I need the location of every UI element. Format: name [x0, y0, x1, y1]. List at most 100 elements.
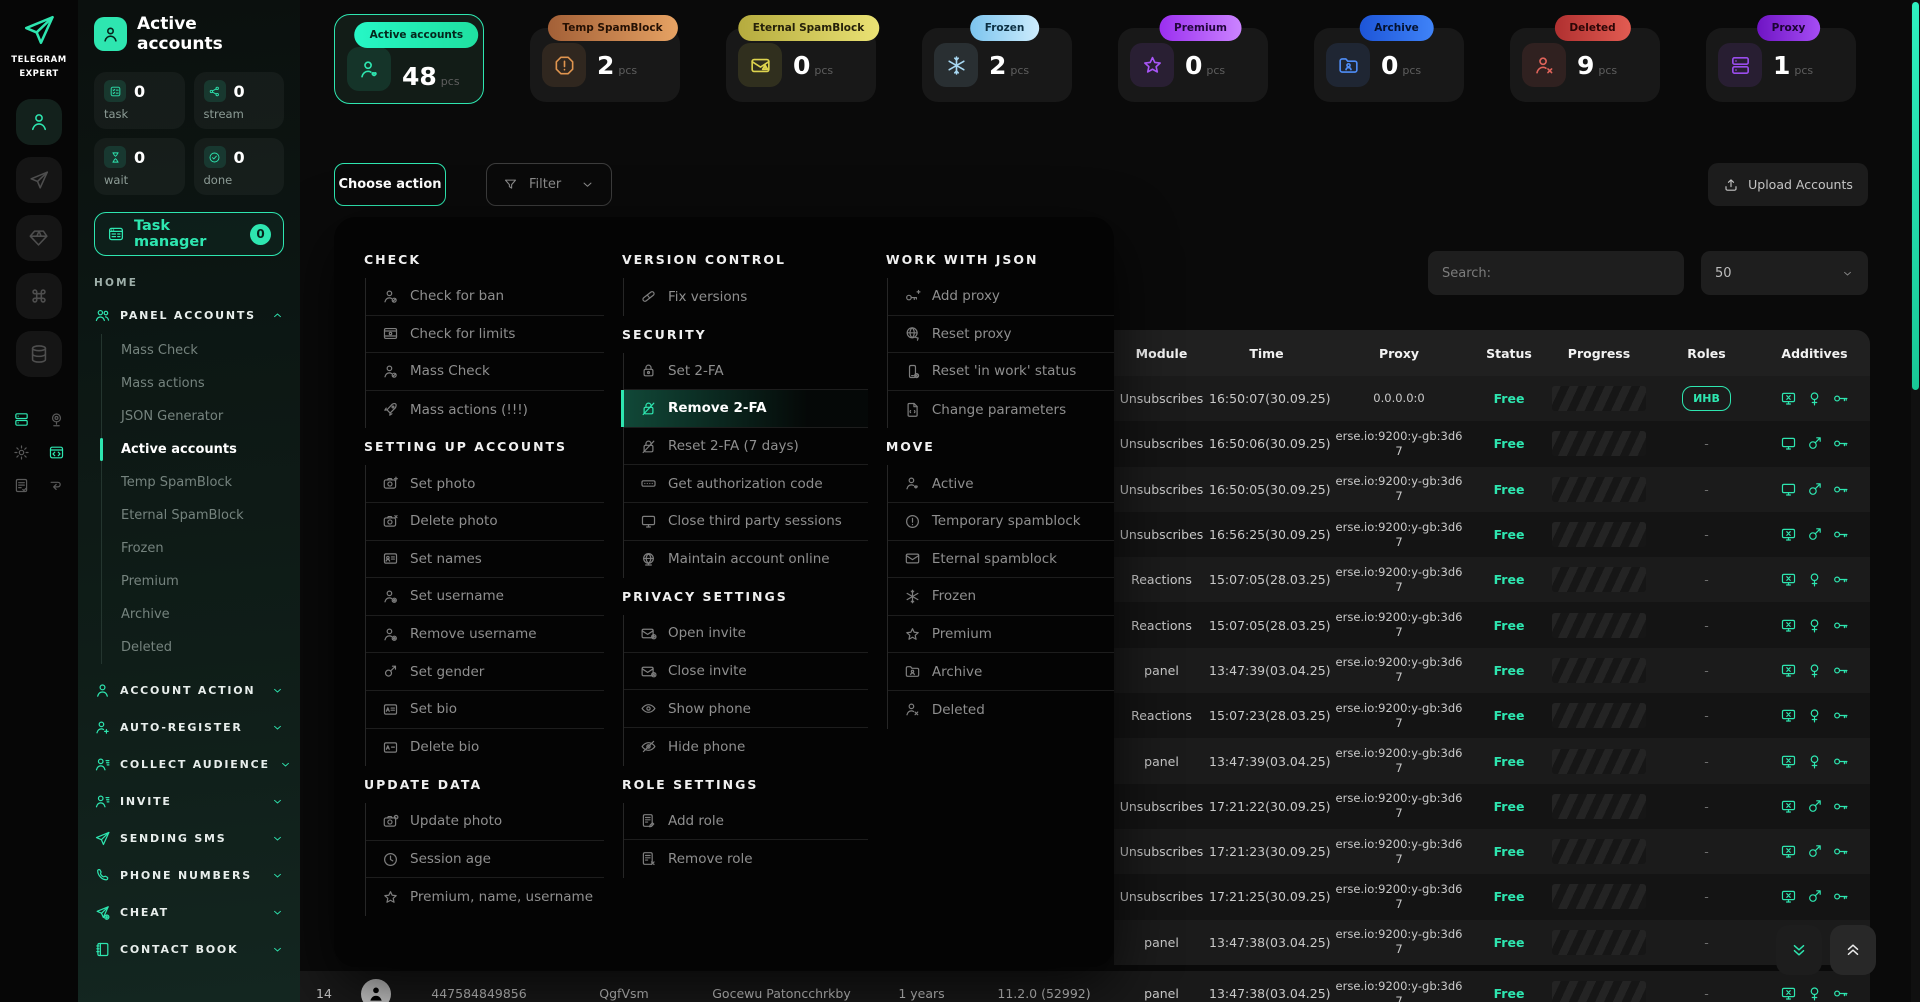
status-card-premium[interactable]: Premium0pcs — [1118, 28, 1268, 102]
rail-button-accounts[interactable] — [16, 99, 62, 145]
column-header-additives[interactable]: Additives — [1759, 346, 1870, 361]
sidebar-group-sending-sms[interactable]: SENDING SMS — [94, 827, 284, 849]
table-row[interactable]: panel13:47:38(03.04.25)erse.io:9200:y-gb… — [1114, 920, 1870, 965]
table-row[interactable]: panel13:47:39(03.04.25)erse.io:9200:y-gb… — [1114, 738, 1870, 783]
rail-mini-webcam[interactable] — [48, 411, 65, 428]
menu-item-maintain-account-online[interactable]: Maintain account online — [624, 541, 868, 579]
column-header-status[interactable]: Status — [1474, 346, 1544, 361]
table-row-full[interactable]: 14447584849856QgfVsmGocewu Patoncchrkby1… — [300, 971, 1870, 1002]
sidebar-group-phone-numbers[interactable]: PHONE NUMBERS — [94, 864, 284, 886]
menu-item-temporary-spamblock[interactable]: Temporary spamblock — [888, 503, 1114, 541]
status-card-active-accounts[interactable]: Active accounts48pcs — [334, 14, 484, 104]
menu-item-get-authorization-code[interactable]: Get authorization code — [624, 465, 868, 503]
menu-item-reset-in-work-status[interactable]: Reset 'in work' status — [888, 353, 1114, 391]
menu-item-premium-name-username[interactable]: Premium, name, username — [366, 878, 604, 916]
scrollbar-thumb[interactable] — [1912, 2, 1919, 390]
table-row[interactable]: Unsubscribes16:50:07(30.09.25)0.0.0.0:0F… — [1114, 376, 1870, 421]
menu-item-add-role[interactable]: Add role — [624, 803, 868, 841]
sidebar-item-active-accounts[interactable]: Active accounts — [102, 433, 284, 466]
sidebar-item-eternal-spamblock[interactable]: Eternal SpamBlock — [102, 499, 284, 532]
status-card-frozen[interactable]: Frozen2pcs — [922, 28, 1072, 102]
menu-item-set-names[interactable]: Set names — [366, 541, 604, 579]
sidebar-item-archive[interactable]: Archive — [102, 598, 284, 631]
menu-item-check-for-limits[interactable]: Check for limits — [366, 316, 604, 354]
sidebar-group-account-action[interactable]: ACCOUNT ACTION — [94, 679, 284, 701]
menu-item-reset-2-fa-7-days[interactable]: Reset 2-FA (7 days) — [624, 428, 868, 466]
menu-item-update-photo[interactable]: Update photo — [366, 803, 604, 841]
menu-item-hide-phone[interactable]: Hide phone — [624, 728, 868, 766]
menu-item-premium[interactable]: Premium — [888, 616, 1114, 654]
menu-item-set-2-fa[interactable]: Set 2-FA — [624, 353, 868, 391]
search-input[interactable] — [1428, 251, 1684, 295]
table-row[interactable]: Unsubscribes16:50:05(30.09.25)erse.io:92… — [1114, 467, 1870, 512]
rail-mini-server-check[interactable] — [13, 411, 30, 428]
menu-item-set-bio[interactable]: Set bio — [366, 691, 604, 729]
menu-item-reset-proxy[interactable]: Reset proxy — [888, 316, 1114, 354]
sidebar-item-mass-check[interactable]: Mass Check — [102, 334, 284, 367]
sidebar-group-cheat[interactable]: CHEAT — [94, 901, 284, 923]
status-card-deleted[interactable]: Deleted9pcs — [1510, 28, 1660, 102]
rail-mini-report[interactable] — [13, 477, 30, 494]
sidebar-item-premium[interactable]: Premium — [102, 565, 284, 598]
table-row[interactable]: Unsubscribes16:56:25(30.09.25)erse.io:92… — [1114, 512, 1870, 557]
menu-item-session-age[interactable]: Session age — [366, 841, 604, 879]
sidebar-group-panel-accounts[interactable]: PANEL ACCOUNTS — [94, 304, 284, 326]
table-row[interactable]: Reactions15:07:05(28.03.25)erse.io:9200:… — [1114, 557, 1870, 602]
page-size-select[interactable]: 50 — [1701, 251, 1868, 295]
menu-item-frozen[interactable]: Frozen — [888, 578, 1114, 616]
menu-item-set-gender[interactable]: Set gender — [366, 653, 604, 691]
menu-item-deleted[interactable]: Deleted — [888, 691, 1114, 729]
sidebar-item-json-generator[interactable]: JSON Generator — [102, 400, 284, 433]
sidebar-group-auto-register[interactable]: AUTO-REGISTER — [94, 716, 284, 738]
menu-item-mass-check[interactable]: Mass Check — [366, 353, 604, 391]
menu-item-archive[interactable]: Archive — [888, 653, 1114, 691]
rail-button-premium[interactable] — [16, 215, 62, 261]
rail-button-database[interactable] — [16, 331, 62, 377]
menu-item-close-third-party-sessions[interactable]: Close third party sessions — [624, 503, 868, 541]
filter-dropdown[interactable]: Filter — [486, 163, 612, 206]
status-card-temp-spamblock[interactable]: Temp SpamBlock2pcs — [530, 28, 680, 102]
rail-mini-swap[interactable] — [48, 477, 65, 494]
menu-item-check-for-ban[interactable]: Check for ban — [366, 278, 604, 316]
table-row[interactable]: Unsubscribes17:21:25(30.09.25)erse.io:92… — [1114, 874, 1870, 919]
rail-mini-code-window[interactable] — [48, 444, 65, 461]
column-header-progress[interactable]: Progress — [1544, 346, 1654, 361]
menu-item-close-invite[interactable]: Close invite — [624, 653, 868, 691]
menu-item-change-parameters[interactable]: Change parameters — [888, 391, 1114, 429]
sidebar-group-contact-book[interactable]: CONTACT BOOK — [94, 938, 284, 960]
menu-item-remove-2-fa[interactable]: Remove 2-FA — [624, 390, 868, 428]
menu-item-remove-username[interactable]: Remove username — [366, 616, 604, 654]
upload-accounts-button[interactable]: Upload Accounts — [1708, 163, 1868, 206]
column-header-time[interactable]: Time — [1209, 346, 1324, 361]
menu-item-fix-versions[interactable]: Fix versions — [624, 278, 868, 316]
column-header-module[interactable]: Module — [1114, 346, 1209, 361]
choose-action-button[interactable]: Choose action — [334, 163, 446, 206]
table-row[interactable]: Unsubscribes17:21:23(30.09.25)erse.io:92… — [1114, 829, 1870, 874]
rail-mini-settings[interactable] — [13, 444, 30, 461]
table-row[interactable]: Unsubscribes17:21:22(30.09.25)erse.io:92… — [1114, 784, 1870, 829]
menu-item-remove-role[interactable]: Remove role — [624, 840, 868, 878]
menu-item-mass-actions[interactable]: Mass actions (!!!) — [366, 391, 604, 429]
menu-item-open-invite[interactable]: Open invite — [624, 615, 868, 653]
scroll-to-bottom-button[interactable] — [1776, 925, 1822, 975]
menu-item-delete-bio[interactable]: Delete bio — [366, 729, 604, 767]
status-card-proxy[interactable]: Proxy1pcs — [1706, 28, 1856, 102]
menu-item-eternal-spamblock[interactable]: Eternal spamblock — [888, 541, 1114, 579]
sidebar-item-frozen[interactable]: Frozen — [102, 532, 284, 565]
table-row[interactable]: Unsubscribes16:50:06(30.09.25)erse.io:92… — [1114, 421, 1870, 466]
column-header-proxy[interactable]: Proxy — [1324, 346, 1474, 361]
table-row[interactable]: panel13:47:39(03.04.25)erse.io:9200:y-gb… — [1114, 648, 1870, 693]
table-row[interactable]: Reactions15:07:05(28.03.25)erse.io:9200:… — [1114, 602, 1870, 647]
sidebar-item-deleted[interactable]: Deleted — [102, 631, 284, 664]
sidebar-group-invite[interactable]: INVITE — [94, 790, 284, 812]
menu-item-set-photo[interactable]: Set photo — [366, 465, 604, 503]
sidebar-group-collect-audience[interactable]: COLLECT AUDIENCE — [94, 753, 284, 775]
app-logo[interactable]: TELEGRAMEXPERT — [11, 12, 66, 81]
menu-item-set-username[interactable]: Set username — [366, 578, 604, 616]
rail-button-commands[interactable] — [16, 273, 62, 319]
menu-item-show-phone[interactable]: Show phone — [624, 690, 868, 728]
table-row[interactable]: Reactions15:07:23(28.03.25)erse.io:9200:… — [1114, 693, 1870, 738]
rail-button-messenger[interactable] — [16, 157, 62, 203]
menu-item-delete-photo[interactable]: Delete photo — [366, 503, 604, 541]
menu-item-active[interactable]: Active — [888, 465, 1114, 503]
